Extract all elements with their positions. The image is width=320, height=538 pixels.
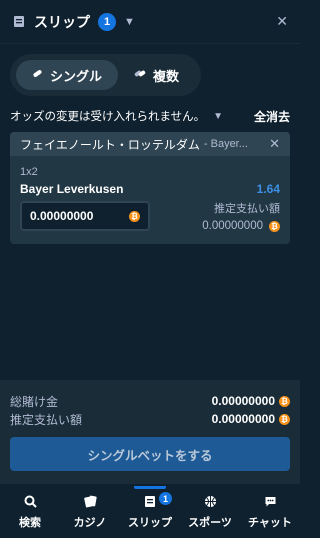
nav-sports-label: スポーツ	[188, 516, 232, 529]
basketball-icon	[204, 495, 217, 511]
search-icon	[24, 495, 37, 511]
bet-card-header[interactable]: フェイエノールト・ロッテルダム - Bayer... ✕	[10, 132, 290, 156]
total-stake-value: 0.00000000	[211, 394, 275, 408]
tab-single-label: シングル	[50, 68, 103, 84]
nav-chat-label: チャット	[248, 516, 292, 529]
betslip-count-badge: 1	[98, 12, 116, 31]
tab-multiple-label: 複数	[153, 68, 180, 84]
odds-value: 1.64	[256, 182, 280, 196]
bitcoin-icon: ₿	[129, 210, 140, 222]
chevron-down-icon[interactable]: ▼	[124, 16, 135, 28]
bet-card: フェイエノールト・ロッテルダム - Bayer... ✕ 1x2 Bayer L…	[10, 132, 290, 244]
summary-payout-label: 推定支払い額	[10, 412, 83, 427]
chat-icon	[264, 495, 277, 511]
tab-multiple[interactable]: 複数	[118, 60, 195, 90]
cards-icon	[83, 495, 97, 511]
nav-casino[interactable]: カジノ	[60, 486, 120, 538]
summary-payout-value: 0.00000000	[211, 412, 275, 426]
bottom-nav: 検索 カジノ 1 スリップ スポーツ チャット	[0, 486, 300, 538]
multi-bet-icon	[134, 68, 146, 82]
nav-search[interactable]: 検索	[0, 486, 60, 538]
betslip-icon	[144, 495, 156, 511]
nav-betslip[interactable]: 1 スリップ	[120, 486, 180, 538]
close-icon[interactable]: ✕	[276, 13, 288, 30]
chevron-down-icon[interactable]: ▼	[213, 111, 223, 122]
betslip-summary: 総賭け金 0.00000000 ₿ 推定支払い額 0.00000000 ₿ シン…	[0, 380, 300, 484]
bitcoin-icon: ₿	[279, 395, 290, 407]
place-bet-button[interactable]: シングルベットをする	[10, 437, 290, 471]
nav-search-label: 検索	[19, 516, 41, 529]
market-name: 1x2	[20, 166, 38, 178]
event-name-suffix: - Bayer...	[203, 138, 248, 150]
remove-bet-icon[interactable]: ✕	[269, 136, 280, 152]
odds-change-text: オッズの変更は受け入れられません。	[10, 111, 206, 123]
nav-betslip-label: スリップ	[128, 516, 172, 529]
tab-single[interactable]: シングル	[16, 60, 119, 90]
clear-all-button[interactable]: 全消去	[254, 108, 290, 125]
odds-change-setting[interactable]: オッズの変更は受け入れられません。 ▼ 全消去	[0, 106, 300, 126]
betslip-icon	[12, 15, 26, 29]
nav-betslip-badge: 1	[159, 492, 172, 505]
betslip-title: スリップ	[34, 13, 90, 30]
event-name[interactable]: フェイエノールト・ロッテルダム	[20, 136, 200, 153]
bitcoin-icon: ₿	[269, 220, 280, 232]
stake-input[interactable]: 0.00000000 ₿	[20, 201, 150, 231]
nav-casino-label: カジノ	[73, 516, 107, 529]
nav-sports[interactable]: スポーツ	[180, 486, 240, 538]
selection-name: Bayer Leverkusen	[20, 182, 124, 196]
single-bet-icon	[32, 68, 43, 82]
estimated-payout-label: 推定支払い額	[214, 203, 280, 215]
nav-chat[interactable]: チャット	[240, 486, 300, 538]
total-stake-label: 総賭け金	[10, 394, 59, 409]
bet-type-tabs: シングル 複数	[10, 54, 202, 96]
betslip-header: スリップ 1 ▼ ✕	[0, 0, 300, 44]
estimated-payout-value: 0.00000000	[202, 220, 263, 232]
stake-value: 0.00000000	[30, 209, 94, 223]
bitcoin-icon: ₿	[279, 413, 290, 425]
